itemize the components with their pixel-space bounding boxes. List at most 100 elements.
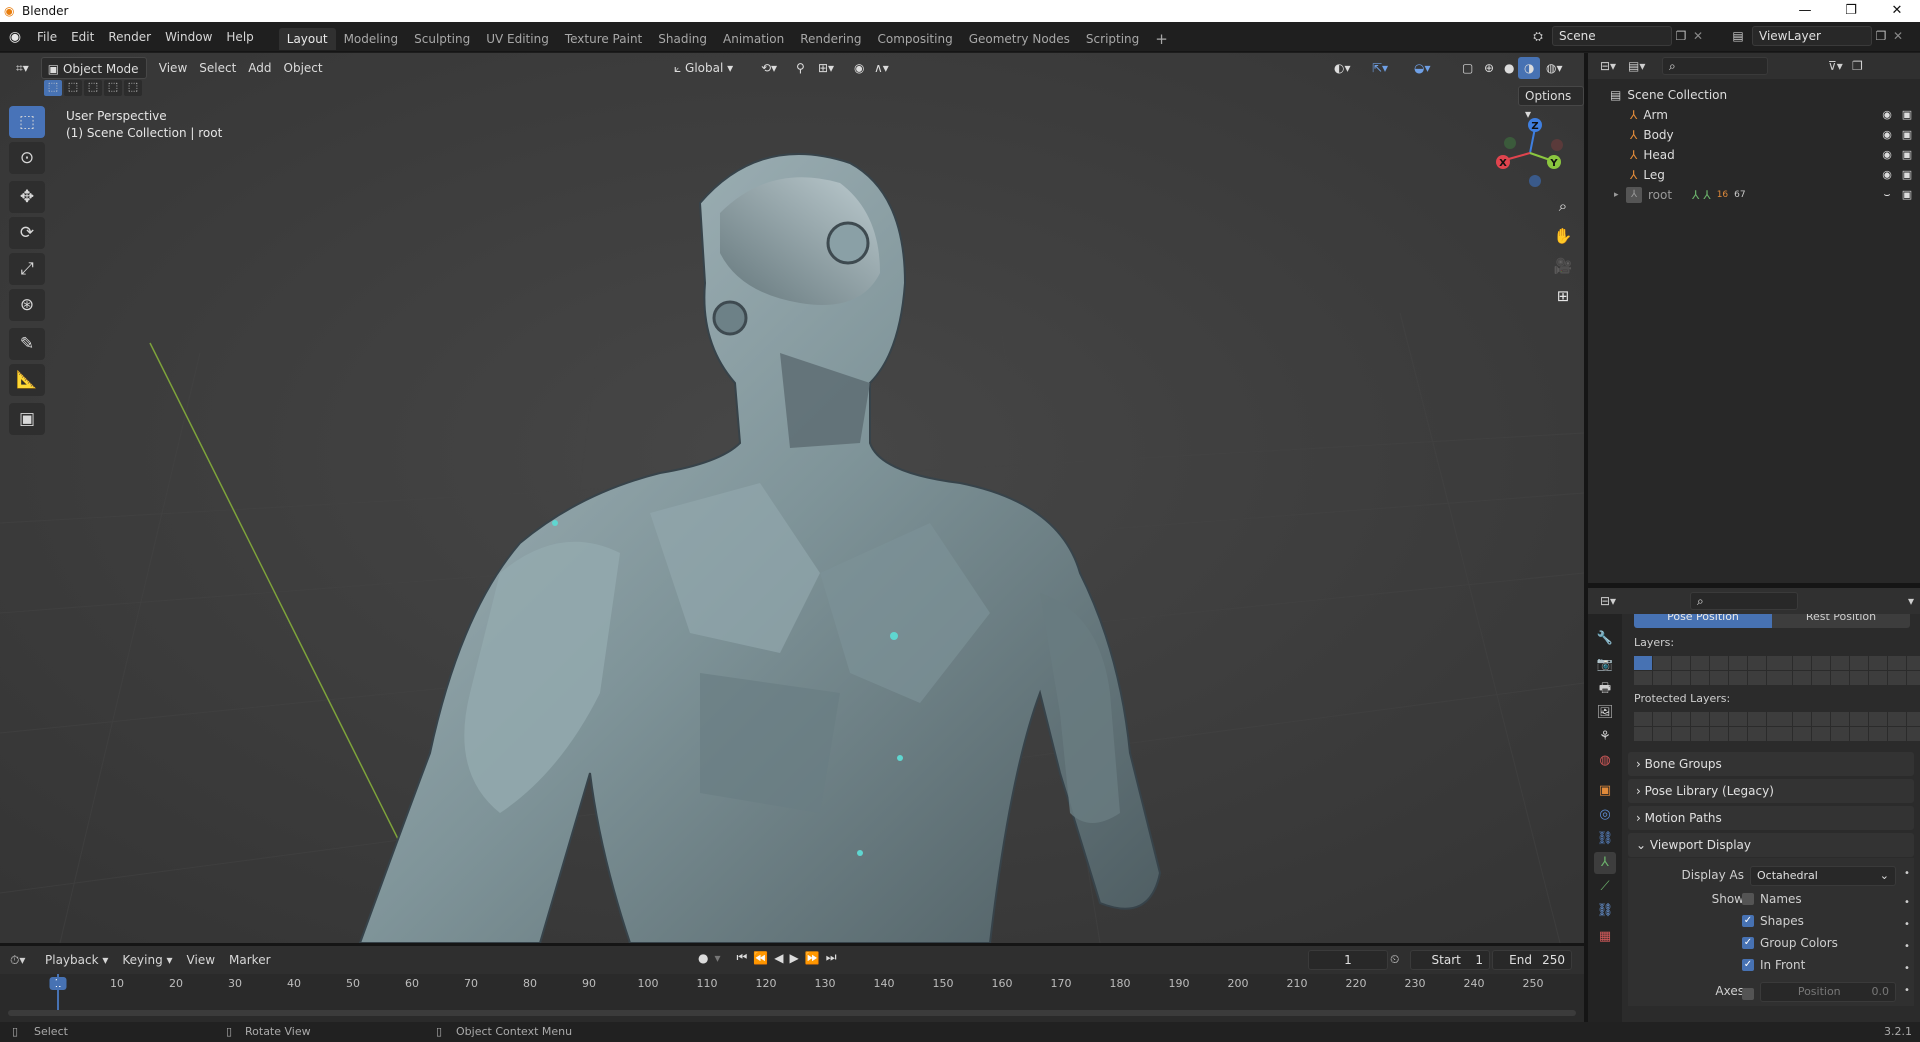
auto-key-chevron-icon[interactable]: ▾ xyxy=(714,951,720,965)
tab-rendering[interactable]: Rendering xyxy=(792,28,869,50)
play-reverse-icon[interactable]: ◀ xyxy=(774,951,783,965)
mode-dropdown[interactable]: ▣ Object Mode ▾ xyxy=(40,57,147,98)
frame-ruler[interactable]: 1102030405060708090100110120130140150160… xyxy=(0,974,1584,996)
rendered-shading-icon[interactable]: ◍▾ xyxy=(1540,57,1569,79)
editor-type-icon[interactable]: ⌗▾ xyxy=(10,57,35,79)
viewport-menu-add[interactable]: Add xyxy=(242,57,277,79)
scale-tool-icon[interactable]: ⤢ xyxy=(9,253,45,285)
visibility-icon[interactable]: ◐▾ xyxy=(1328,57,1357,79)
world-tab-icon[interactable]: ◍ xyxy=(1594,750,1616,772)
wireframe-shading-icon[interactable]: ⊕ xyxy=(1478,57,1500,79)
viewlayer-icon[interactable]: ▤ xyxy=(1724,29,1752,43)
eye-icon[interactable]: ◉ xyxy=(1880,145,1894,165)
clock-icon[interactable]: ⏲ xyxy=(1390,952,1399,967)
camera-view-icon[interactable]: 🎥 xyxy=(1550,253,1576,279)
properties-editor-type-icon[interactable]: ⊟▾ xyxy=(1600,594,1630,608)
timeline-menu-playback[interactable]: Playback ▾ xyxy=(38,946,115,974)
axes-position-field[interactable]: Position 0.0 xyxy=(1760,982,1896,1002)
outliner-item-body[interactable]: ⅄ Body ◉ ▣ xyxy=(1630,125,1914,145)
show-names-checkbox[interactable]: Names xyxy=(1742,892,1802,906)
show-shapes-checkbox[interactable]: ✓ Shapes xyxy=(1742,914,1804,928)
pan-hand-icon[interactable]: ✋ xyxy=(1550,223,1576,249)
expand-arrow-icon[interactable]: ▸ xyxy=(1614,185,1626,205)
xray-icon[interactable]: ▢ xyxy=(1456,57,1479,79)
transform-orientation-dropdown[interactable]: ⟀ Global ▾ xyxy=(668,57,739,79)
current-frame-field[interactable]: 1 xyxy=(1308,950,1388,970)
menu-render[interactable]: Render xyxy=(101,22,158,52)
camera-render-icon[interactable]: ▣ xyxy=(1900,165,1914,185)
outliner-item-head[interactable]: ⅄ Head ◉ ▣ xyxy=(1630,145,1914,165)
start-frame-field[interactable]: Start 1 xyxy=(1410,950,1490,970)
panel-pose-library[interactable]: › Pose Library (Legacy) xyxy=(1628,779,1914,803)
menu-edit[interactable]: Edit xyxy=(64,22,101,52)
layers-grid-left[interactable] xyxy=(1634,656,1785,685)
navigation-gizmo[interactable]: Z X Y xyxy=(1490,113,1570,193)
tab-layout[interactable]: Layout xyxy=(278,27,336,50)
new-collection-icon[interactable]: ❐ xyxy=(1852,59,1870,73)
layers-grid-right[interactable] xyxy=(1774,656,1920,685)
scene-tab-icon[interactable]: ⚘ xyxy=(1594,726,1616,748)
perspective-toggle-icon[interactable]: ⊞ xyxy=(1550,283,1576,309)
rest-position-button[interactable]: Rest Position xyxy=(1772,614,1910,628)
filter-icon[interactable]: ⊽▾ xyxy=(1828,59,1852,73)
camera-render-icon[interactable]: ▣ xyxy=(1900,145,1914,165)
axes-checkbox[interactable] xyxy=(1742,986,1754,1000)
bone-tab-icon[interactable]: ⟋ xyxy=(1594,876,1616,898)
options-button[interactable]: Options ▾ xyxy=(1518,86,1584,121)
tab-texture-paint[interactable]: Texture Paint xyxy=(557,28,650,50)
tab-geometry-nodes[interactable]: Geometry Nodes xyxy=(961,28,1078,50)
measure-tool-icon[interactable]: 📐 xyxy=(9,364,45,396)
select-intersect-icon[interactable]: ⬚ xyxy=(124,80,142,96)
snap-icon[interactable]: ⚲ xyxy=(790,57,811,79)
select-invert-icon[interactable]: ⬚ xyxy=(104,80,122,96)
armature-data-tab-icon[interactable]: ⅄ xyxy=(1594,852,1616,874)
material-shading-icon[interactable]: ◑ xyxy=(1518,57,1541,79)
chevron-down-icon[interactable]: ▾ xyxy=(1908,594,1914,608)
panel-motion-paths[interactable]: › Motion Paths xyxy=(1628,806,1914,830)
select-box-tool-icon[interactable]: ⬚ xyxy=(9,106,45,138)
blender-menu-icon[interactable]: ◉ xyxy=(0,29,30,45)
tab-animation[interactable]: Animation xyxy=(715,28,792,50)
constraints-tab-icon[interactable]: ⛓ xyxy=(1594,828,1616,850)
menu-window[interactable]: Window xyxy=(158,22,219,52)
play-icon[interactable]: ▶ xyxy=(790,951,799,965)
tab-compositing[interactable]: Compositing xyxy=(869,28,960,50)
select-new-icon[interactable]: ⬚ xyxy=(44,80,62,96)
gizmo-toggle-icon[interactable]: ⇱▾ xyxy=(1366,57,1394,79)
camera-render-icon[interactable]: ▣ xyxy=(1900,105,1914,125)
new-viewlayer-icon[interactable]: ❐ xyxy=(1872,29,1890,43)
jump-start-icon[interactable]: ⏮ xyxy=(737,950,748,965)
delete-viewlayer-icon[interactable]: ✕ xyxy=(1890,29,1906,43)
timeline-menu-keying[interactable]: Keying ▾ xyxy=(115,946,179,974)
properties-search-input[interactable]: ⌕ xyxy=(1690,592,1798,610)
eye-icon[interactable]: ◉ xyxy=(1880,165,1894,185)
end-frame-field[interactable]: End 250 xyxy=(1492,950,1572,970)
tab-uv-editing[interactable]: UV Editing xyxy=(478,28,557,50)
eye-hidden-icon[interactable]: ⌣ xyxy=(1880,185,1894,205)
overlay-toggle-icon[interactable]: ◒▾ xyxy=(1408,57,1437,79)
outliner-editor-type-icon[interactable]: ⊟▾ xyxy=(1600,59,1628,73)
3d-viewport[interactable]: ⌗▾ ▣ Object Mode ▾ View Select Add Objec… xyxy=(0,53,1584,943)
close-window-button[interactable]: ✕ xyxy=(1874,0,1920,22)
tab-scripting[interactable]: Scripting xyxy=(1078,28,1147,50)
texture-tab-icon[interactable]: ▦ xyxy=(1594,926,1616,948)
new-scene-icon[interactable]: ❐ xyxy=(1672,29,1690,43)
jump-keyframe-back-icon[interactable]: ⏪ xyxy=(753,951,768,965)
annotate-tool-icon[interactable]: ✎ xyxy=(9,328,45,360)
tab-modeling[interactable]: Modeling xyxy=(336,28,407,50)
snap-target-icon[interactable]: ⊞▾ xyxy=(812,57,840,79)
render-tab-icon[interactable]: 📷 xyxy=(1594,654,1616,676)
scene-collection-row[interactable]: ▤ Scene Collection xyxy=(1610,85,1727,105)
timeline-scrollbar[interactable] xyxy=(8,1010,1576,1016)
tab-shading[interactable]: Shading xyxy=(650,28,715,50)
output-tab-icon[interactable]: 🖶 xyxy=(1594,678,1616,700)
scene-name-field[interactable]: Scene xyxy=(1552,26,1672,46)
transform-tool-icon[interactable]: ⊛ xyxy=(9,289,45,321)
protected-layers-grid-right[interactable] xyxy=(1774,712,1920,741)
cursor-tool-icon[interactable]: ⊙ xyxy=(9,142,45,174)
falloff-icon[interactable]: ∧▾ xyxy=(868,57,895,79)
viewport-menu-object[interactable]: Object xyxy=(278,57,329,79)
jump-end-icon[interactable]: ⏭ xyxy=(826,950,837,965)
pose-position-button[interactable]: Pose Position xyxy=(1634,614,1772,628)
outliner-search-input[interactable]: ⌕ xyxy=(1662,57,1768,75)
